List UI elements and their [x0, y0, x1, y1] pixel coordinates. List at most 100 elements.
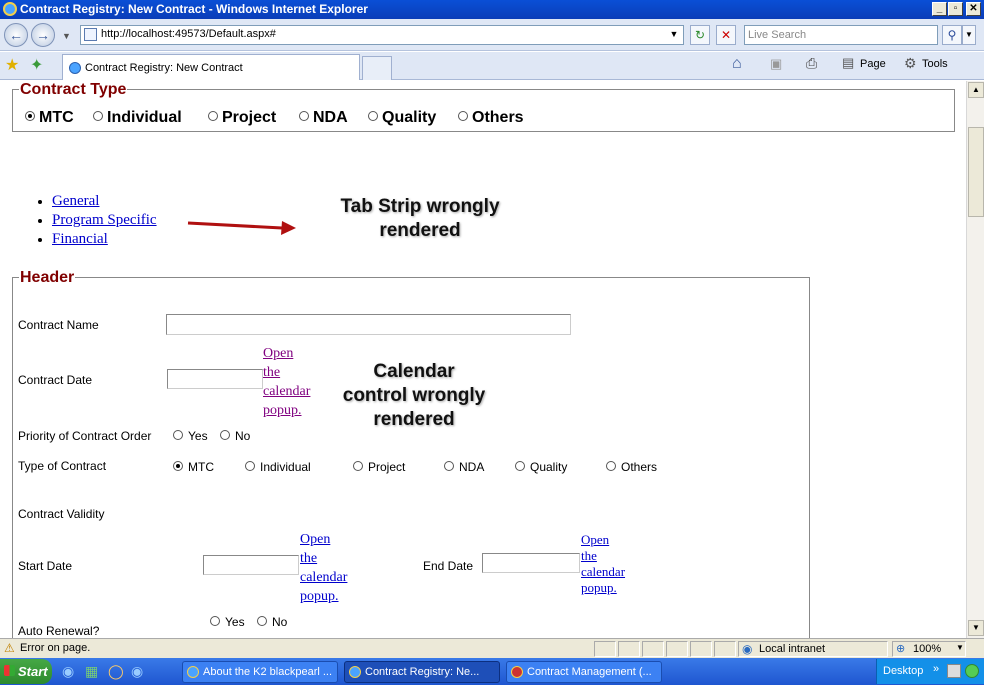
start-date-input[interactable] [203, 555, 299, 575]
scroll-thumb[interactable] [968, 127, 984, 217]
radio-icon[interactable] [220, 430, 230, 441]
auto-renewal-no-option[interactable]: No [257, 615, 287, 629]
radio-icon[interactable] [210, 616, 220, 627]
task-about-k2[interactable]: About the K2 blackpearl ... [182, 661, 338, 683]
search-icon[interactable]: ⚲ [942, 25, 962, 45]
history-dropdown-icon[interactable]: ▼ [62, 31, 71, 41]
tab-contract-registry[interactable]: Contract Registry: New Contract [62, 54, 360, 80]
feeds-icon[interactable]: ▣ [770, 56, 782, 72]
radio-icon[interactable] [444, 461, 454, 472]
radio-icon[interactable] [173, 461, 183, 472]
header-legend: Header [19, 269, 76, 287]
start-button[interactable]: Start [0, 659, 52, 684]
status-message[interactable]: Error on page. [20, 642, 90, 654]
type-option-others[interactable]: Others [606, 460, 657, 474]
windows-logo-icon [4, 665, 15, 676]
close-window-button[interactable]: ✕ [966, 2, 981, 16]
vertical-scrollbar[interactable]: ▲ ▼ [966, 81, 984, 638]
globe-icon: ◉ [742, 642, 753, 656]
tabstrip-item-general: General [52, 192, 157, 211]
page-menu[interactable]: Page [860, 58, 886, 70]
quicklaunch-outlook-icon[interactable]: ◯ [108, 663, 124, 680]
zoom-dropdown-icon[interactable]: ▼ [956, 643, 964, 652]
contract-name-input[interactable] [166, 314, 571, 335]
end-date-input[interactable] [482, 553, 580, 573]
address-url: http://localhost:49573/Default.aspx# [101, 28, 276, 40]
forward-button[interactable]: → [31, 23, 55, 47]
type-option-project[interactable]: Project [353, 460, 405, 474]
radio-icon[interactable] [93, 111, 103, 122]
contract-date-input[interactable] [167, 369, 263, 389]
new-tab-button[interactable] [362, 56, 392, 80]
zoom-level[interactable]: ⊕ 100% [892, 641, 966, 657]
task-contract-management[interactable]: Contract Management (... [506, 661, 662, 683]
tray-app-icon[interactable] [947, 664, 961, 678]
radio-icon[interactable] [25, 111, 35, 122]
end-date-calendar-link[interactable]: Open the calendar popup. [581, 532, 641, 596]
ie-logo-icon [3, 2, 17, 16]
tab-program-specific-link[interactable]: Program Specific [52, 212, 157, 228]
tabstrip-item-program-specific: Program Specific [52, 211, 157, 230]
tools-menu[interactable]: Tools [922, 58, 948, 70]
refresh-button[interactable]: ↻ [690, 25, 710, 45]
contract-date-calendar-link[interactable]: Open the calendar popup. [263, 344, 323, 420]
back-button[interactable]: ← [4, 23, 28, 47]
search-options-icon[interactable]: ▼ [962, 25, 976, 45]
search-input[interactable]: Live Search [744, 25, 938, 45]
red-arrow-icon [187, 221, 296, 235]
tray-status-icon[interactable] [965, 664, 979, 678]
contract-date-label: Contract Date [18, 373, 93, 387]
radio-icon[interactable] [368, 111, 378, 122]
warning-icon[interactable]: ⚠ [4, 641, 15, 655]
radio-icon[interactable] [458, 111, 468, 122]
contract-type-option-quality[interactable]: Quality [368, 109, 436, 127]
chevron-icon[interactable]: » [933, 663, 939, 675]
tab-general-link[interactable]: General [52, 193, 99, 209]
quicklaunch-app-icon[interactable]: ▦ [85, 663, 98, 680]
contract-type-option-project[interactable]: Project [208, 109, 276, 127]
priority-yes-option[interactable]: Yes [173, 429, 208, 443]
priority-no-option[interactable]: No [220, 429, 250, 443]
desktop-toolbar[interactable]: Desktop [883, 665, 923, 677]
radio-icon[interactable] [353, 461, 363, 472]
radio-icon[interactable] [208, 111, 218, 122]
minimize-button[interactable]: _ [932, 2, 947, 16]
task-contract-registry[interactable]: Contract Registry: Ne... [344, 661, 500, 683]
contract-type-option-nda[interactable]: NDA [299, 109, 348, 127]
radio-icon[interactable] [257, 616, 267, 627]
type-option-nda[interactable]: NDA [444, 460, 484, 474]
maximize-button[interactable]: ▫ [948, 2, 963, 16]
add-favorite-icon[interactable]: ✦ [30, 55, 43, 75]
tab-financial-link[interactable]: Financial [52, 231, 108, 247]
start-date-calendar-link[interactable]: Open the calendar popup. [300, 530, 360, 606]
stop-button[interactable]: ✕ [716, 25, 736, 45]
address-input[interactable]: http://localhost:49573/Default.aspx# [80, 25, 684, 45]
contract-type-option-individual[interactable]: Individual [93, 109, 182, 127]
radio-icon[interactable] [606, 461, 616, 472]
radio-icon[interactable] [299, 111, 309, 122]
quicklaunch-ie-icon[interactable]: ◉ [62, 663, 74, 680]
contract-type-option-others[interactable]: Others [458, 109, 524, 127]
favorites-star-icon[interactable]: ★ [5, 55, 19, 75]
type-option-mtc[interactable]: MTC [173, 460, 214, 474]
taskbar: Start ◉ ▦ ◯ ◉ About the K2 blackpearl ..… [0, 658, 984, 685]
system-tray: Desktop » [876, 659, 984, 684]
type-option-quality[interactable]: Quality [515, 460, 567, 474]
quicklaunch-ie2-icon[interactable]: ◉ [131, 663, 143, 680]
home-icon[interactable]: ⌂ [732, 55, 742, 73]
status-cell [642, 641, 664, 657]
radio-icon[interactable] [515, 461, 525, 472]
radio-icon[interactable] [245, 461, 255, 472]
radio-icon[interactable] [173, 430, 183, 441]
status-cell [690, 641, 712, 657]
auto-renewal-yes-option[interactable]: Yes [210, 615, 245, 629]
calendar-annotation: Calendar control wrongly rendered [342, 361, 486, 430]
type-option-individual[interactable]: Individual [245, 460, 311, 474]
address-dropdown-icon[interactable]: ▼ [666, 25, 682, 45]
header-fieldset: Header Contract Name Contract Date Open … [12, 269, 810, 638]
print-icon[interactable]: ⎙ [806, 55, 817, 72]
scroll-down-icon[interactable]: ▼ [968, 620, 984, 636]
contract-type-option-mtc[interactable]: MTC [25, 109, 74, 127]
scroll-up-icon[interactable]: ▲ [968, 82, 984, 98]
security-zone[interactable]: ◉ Local intranet [738, 641, 888, 657]
